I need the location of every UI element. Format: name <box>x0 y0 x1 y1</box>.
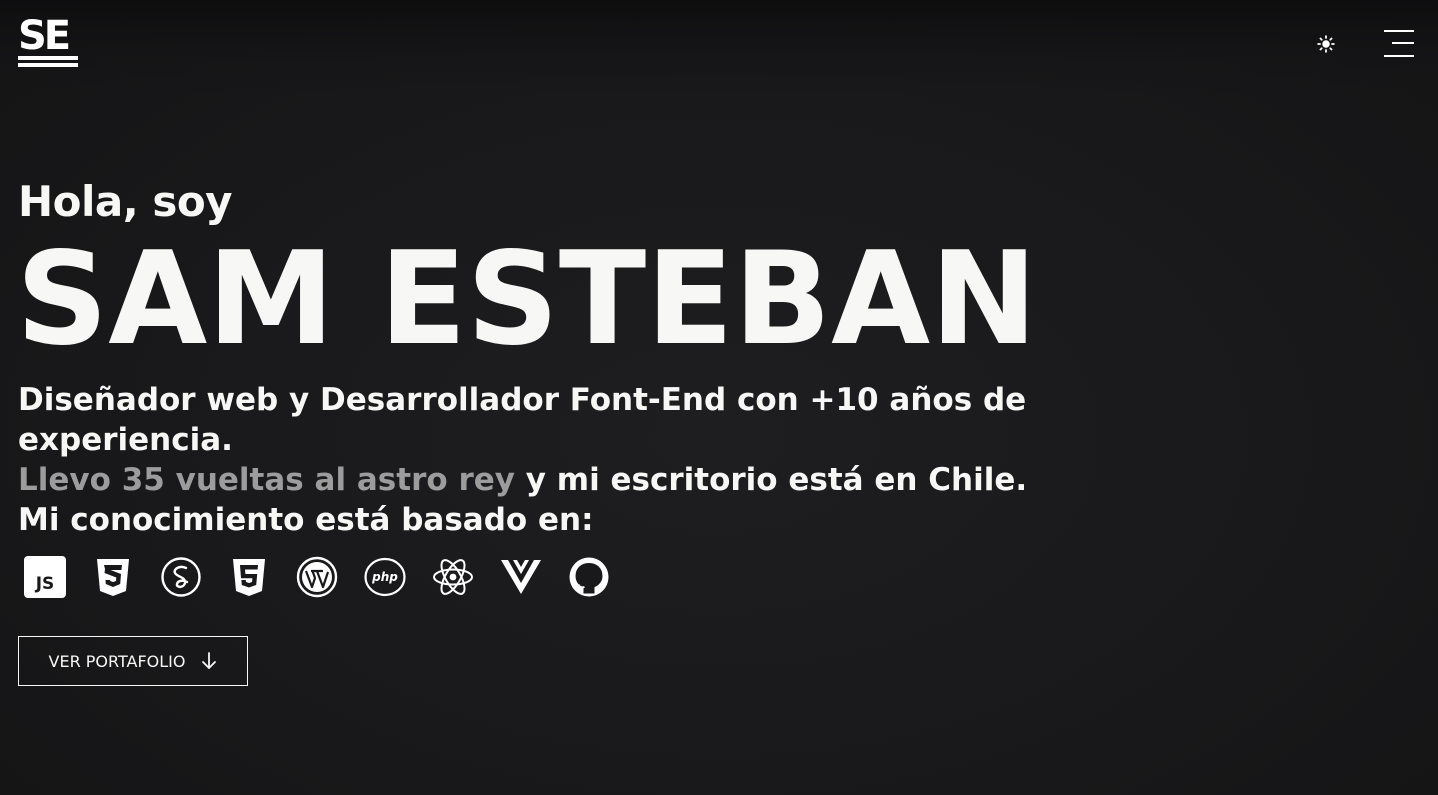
bio-age-highlight: Llevo 35 vueltas al astro rey <box>18 462 515 498</box>
javascript-icon: JS <box>24 556 66 598</box>
javascript-label: JS <box>35 574 55 594</box>
header-shade <box>0 0 1438 95</box>
github-icon <box>568 556 610 598</box>
wordpress-icon <box>296 556 338 598</box>
hero-name: SAM ESTEBAN <box>16 225 1038 374</box>
logo[interactable]: SE <box>18 13 78 68</box>
react-icon <box>432 556 474 598</box>
bio-location-text: y mi escritorio está en Chile. <box>514 462 1028 498</box>
menu-line <box>1384 55 1414 57</box>
logo-underline <box>18 56 78 60</box>
html5-icon <box>228 556 270 598</box>
sun-icon <box>1317 35 1335 53</box>
sass-icon <box>160 556 202 598</box>
menu-line <box>1392 42 1414 44</box>
hamburger-menu-icon[interactable] <box>1382 28 1414 60</box>
arrow-down-icon <box>202 652 217 669</box>
view-portfolio-button[interactable]: VER PORTAFOLIO <box>18 636 248 686</box>
theme-toggle-button[interactable] <box>1316 34 1336 54</box>
menu-line <box>1384 30 1414 32</box>
php-label: php <box>371 570 398 584</box>
bio-knowledge-intro: Mi conocimiento está basado en: <box>18 502 594 538</box>
php-icon: php <box>364 556 406 598</box>
hero-bio: Diseñador web y Desarrollador Font-End c… <box>18 380 1098 540</box>
vue-icon <box>500 556 542 598</box>
bio-experience: Diseñador web y Desarrollador Font-End c… <box>18 382 1027 458</box>
logo-underline <box>18 63 78 67</box>
page: SE Hola, soy SAM ESTEBAN Diseñador web y… <box>0 0 1438 795</box>
logo-text: SE <box>18 13 71 59</box>
css3-icon <box>92 556 134 598</box>
tech-stack-list: JS php <box>24 555 610 599</box>
view-portfolio-label: VER PORTAFOLIO <box>48 651 186 671</box>
bio-location: Llevo 35 vueltas al astro rey y mi escri… <box>18 460 1098 500</box>
hero-greeting: Hola, soy <box>18 177 233 226</box>
